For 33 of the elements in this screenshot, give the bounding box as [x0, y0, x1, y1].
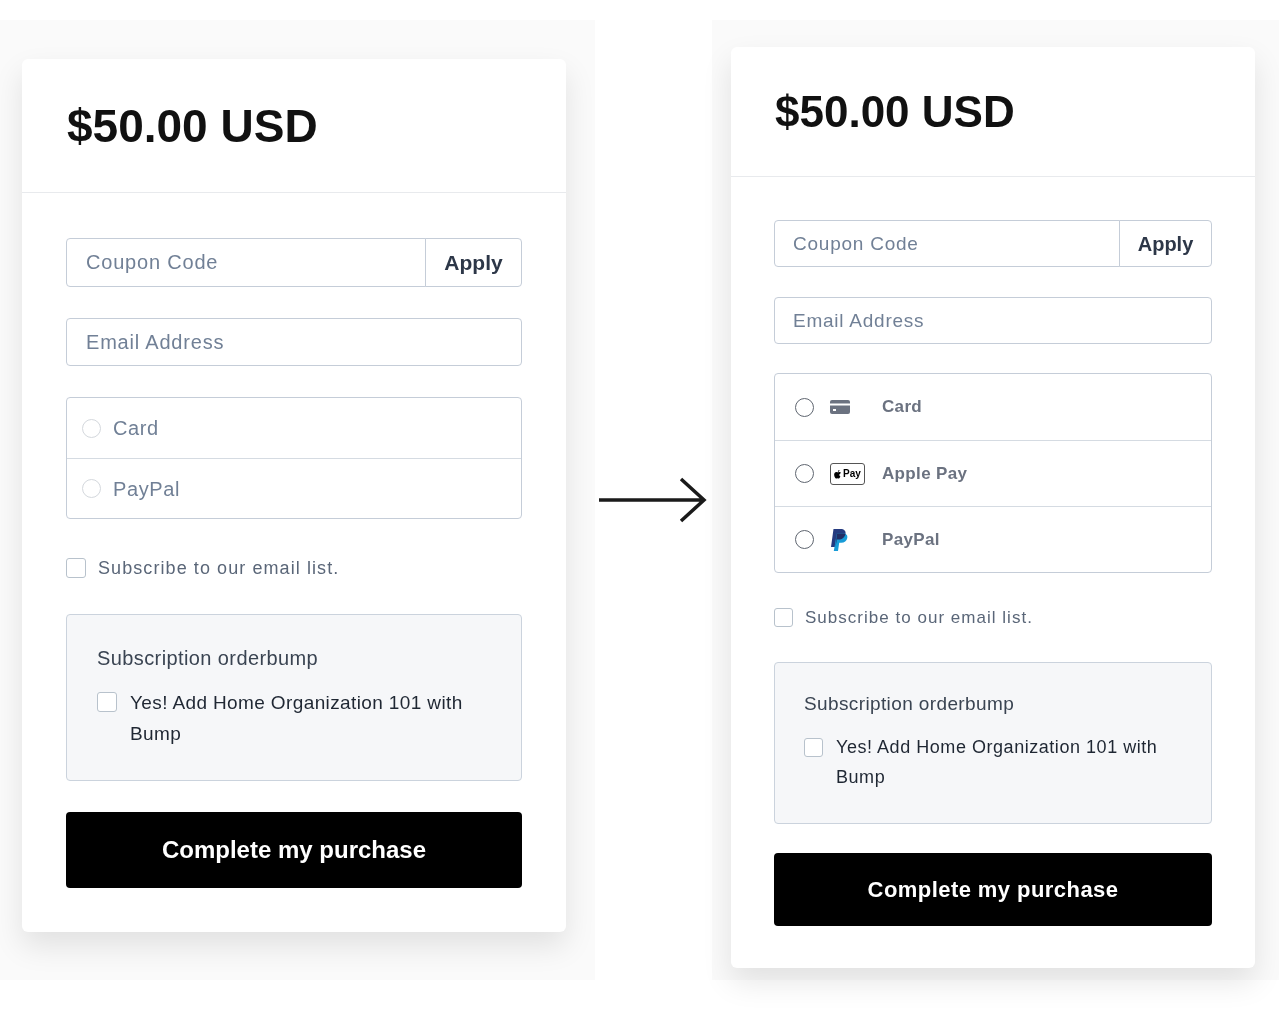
- order-bump-title: Subscription orderbump: [804, 692, 1016, 716]
- apply-button[interactable]: Apply: [1119, 220, 1212, 267]
- paypal-logo-icon: [830, 528, 848, 551]
- payment-method-label: Card: [113, 416, 159, 441]
- coupon-field[interactable]: Coupon Code: [774, 220, 1120, 267]
- apply-button[interactable]: Apply: [425, 238, 522, 287]
- radio-button[interactable]: [795, 397, 814, 417]
- apple-icon: [834, 468, 842, 479]
- payment-method-label: Card: [882, 396, 923, 419]
- arrow-icon: [599, 477, 707, 523]
- credit-card-icon: [830, 400, 850, 414]
- subscribe-label: Subscribe to our email list.: [805, 608, 1033, 627]
- checkbox[interactable]: [804, 738, 823, 757]
- payment-method-label: PayPal: [882, 528, 940, 551]
- email-field[interactable]: Email Address: [66, 318, 522, 366]
- radio-button[interactable]: [795, 530, 814, 549]
- checkbox[interactable]: [66, 558, 86, 578]
- complete-purchase-button[interactable]: Complete my purchase: [66, 812, 522, 888]
- badge-text: Pay: [843, 467, 861, 480]
- radio-button[interactable]: [795, 464, 814, 483]
- payment-method-label: PayPal: [113, 476, 180, 502]
- subscribe-label: Subscribe to our email list.: [98, 558, 340, 578]
- order-bump-label: Yes! Add Home Organization 101 with Bump: [836, 736, 1159, 789]
- order-bump-title: Subscription orderbump: [97, 646, 320, 671]
- price-heading: $50.00 USD: [67, 102, 318, 149]
- price-heading: $50.00 USD: [775, 89, 1015, 134]
- order-bump-label: Yes! Add Home Organization 101 with Bump: [130, 691, 464, 746]
- coupon-field[interactable]: Coupon Code: [66, 238, 426, 287]
- checkbox[interactable]: [97, 692, 117, 712]
- payment-method-label: Apple Pay: [882, 462, 968, 485]
- email-field[interactable]: Email Address: [774, 297, 1212, 344]
- complete-purchase-button[interactable]: Complete my purchase: [774, 853, 1212, 926]
- checkbox[interactable]: [774, 608, 793, 627]
